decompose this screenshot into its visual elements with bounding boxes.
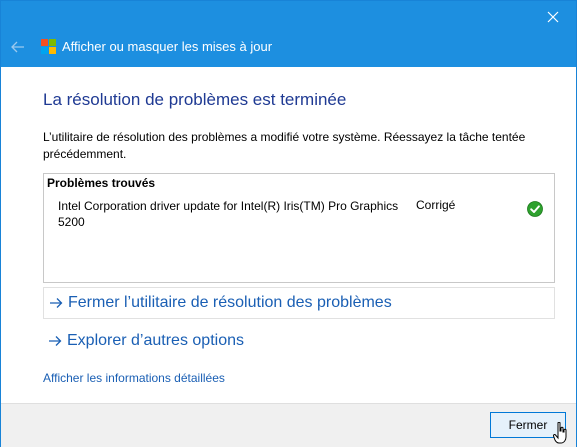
problem-status: Corrigé bbox=[416, 198, 456, 212]
view-details-link[interactable]: Afficher les informations détaillées bbox=[43, 371, 225, 385]
arrow-right-icon bbox=[43, 335, 67, 347]
mouse-pointer-icon bbox=[553, 422, 567, 444]
result-description: L’utilitaire de résolution des problèmes… bbox=[43, 130, 526, 161]
explore-options-link[interactable]: Explorer d’autres options bbox=[43, 326, 553, 356]
window-close-button[interactable] bbox=[530, 1, 576, 33]
close-troubleshooter-link[interactable]: Fermer l’utilitaire de résolution des pr… bbox=[43, 287, 555, 319]
windows-update-icon bbox=[41, 39, 56, 54]
footer-bar: Fermer bbox=[1, 403, 576, 447]
explore-options-label: Explorer d’autres options bbox=[67, 332, 244, 349]
back-button[interactable] bbox=[7, 37, 29, 57]
arrow-right-icon bbox=[44, 297, 68, 309]
page-title: La résolution de problèmes est terminée bbox=[43, 90, 347, 109]
problem-name: Intel Corporation driver update for Inte… bbox=[58, 199, 399, 229]
main-content: La résolution de problèmes est terminée … bbox=[1, 67, 576, 403]
problems-header: Problèmes trouvés bbox=[47, 176, 156, 190]
problem-row: Intel Corporation driver update for Inte… bbox=[44, 198, 554, 238]
title-bar: Afficher ou masquer les mises à jour bbox=[1, 1, 576, 67]
troubleshooter-window: Afficher ou masquer les mises à jour La … bbox=[0, 0, 577, 447]
window-title: Afficher ou masquer les mises à jour bbox=[62, 39, 273, 54]
back-arrow-icon bbox=[11, 41, 24, 53]
problems-found-box: Problèmes trouvés Intel Corporation driv… bbox=[43, 173, 555, 283]
green-check-icon bbox=[527, 201, 543, 217]
close-troubleshooter-label: Fermer l’utilitaire de résolution des pr… bbox=[68, 294, 392, 311]
close-icon bbox=[547, 11, 559, 23]
